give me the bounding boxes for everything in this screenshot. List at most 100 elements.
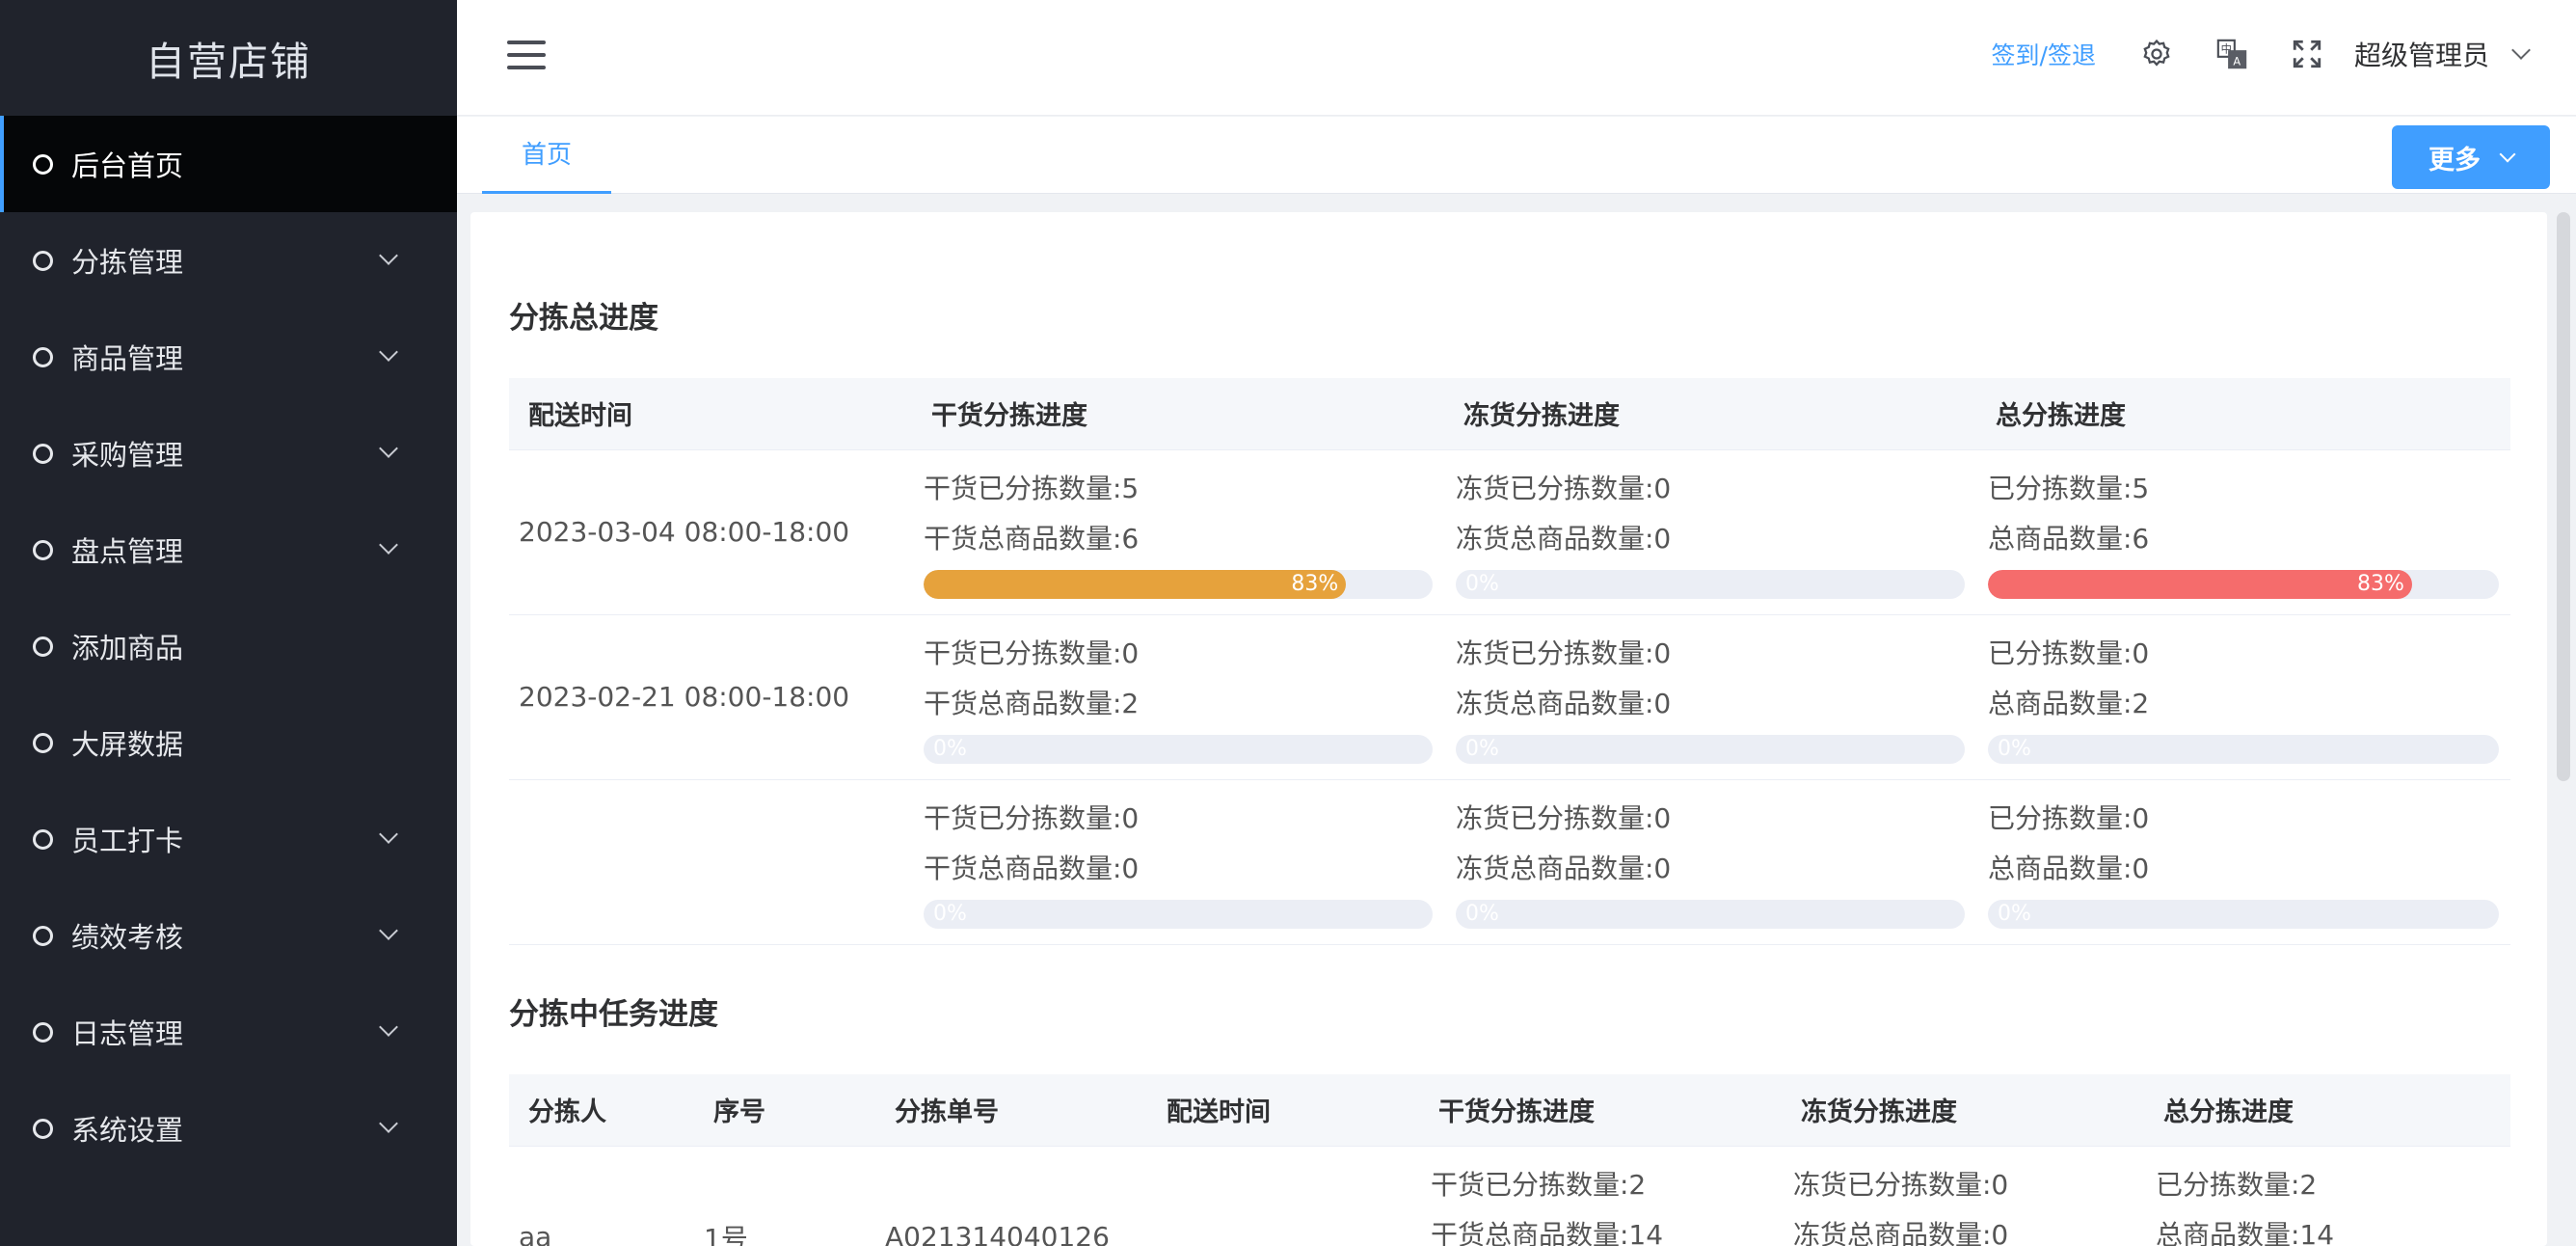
column-header: 干货分拣进度 xyxy=(1419,1074,1782,1147)
all-sorted-count: 已分拣数量:5 xyxy=(1988,472,2150,504)
sidebar-item-attendance[interactable]: 员工打卡 xyxy=(0,791,457,887)
progress-bar: 83% xyxy=(1988,569,2499,599)
sidebar-item-label: 绩效考核 xyxy=(71,921,184,954)
sidebar-item-inventory[interactable]: 盘点管理 xyxy=(0,501,457,598)
sidebar-item-label: 员工打卡 xyxy=(71,825,184,857)
progress-bar: 0% xyxy=(1456,734,1965,764)
cell-dry-progress: 干货已分拣数量:2 干货总商品数量:14 xyxy=(1419,1146,1782,1246)
cell-date: 2023-02-21 08:00-18:00 xyxy=(509,614,912,780)
svg-text:A: A xyxy=(2233,54,2241,68)
dry-sorted-count: 干货已分拣数量:5 xyxy=(924,472,1140,504)
dry-total-count: 干货总商品数量:14 xyxy=(1431,1218,1664,1246)
signin-signout-link[interactable]: 签到/签退 xyxy=(1992,37,2096,71)
sidebar-item-purchasing[interactable]: 采购管理 xyxy=(0,405,457,501)
progress-fill xyxy=(1988,569,2412,599)
more-button[interactable]: 更多 xyxy=(2392,125,2550,189)
table-row: aa 1号 A021314040126 干货已分拣数量:2 干货总商品数量:14… xyxy=(509,1146,2510,1246)
progress-bar: 0% xyxy=(1456,899,1965,929)
all-total-count: 总商品数量:0 xyxy=(1988,852,2150,884)
dry-total-count: 干货总商品数量:6 xyxy=(924,522,1140,555)
dry-total-count: 干货总商品数量:2 xyxy=(924,687,1140,719)
column-header: 配送时间 xyxy=(509,378,912,450)
fullscreen-icon[interactable] xyxy=(2289,36,2325,72)
cell-all-progress: 已分拣数量:0 总商品数量:2 0% xyxy=(1976,614,2510,780)
cell-dry-progress: 干货已分拣数量:0 干货总商品数量:0 0% xyxy=(912,779,1444,945)
dry-sorted-count: 干货已分拣数量:0 xyxy=(924,801,1140,834)
progress-percent: 0% xyxy=(1465,571,1499,596)
translate-icon[interactable]: 中 A xyxy=(2214,36,2250,72)
column-header: 冻货分拣进度 xyxy=(1444,378,1976,450)
svg-text:中: 中 xyxy=(2221,42,2232,56)
circle-icon xyxy=(33,636,53,657)
sidebar-item-label: 系统设置 xyxy=(71,1114,184,1147)
column-header: 分拣人 xyxy=(509,1074,694,1147)
progress-percent: 83% xyxy=(2357,571,2404,596)
sidebar-item-products[interactable]: 商品管理 xyxy=(0,309,457,405)
progress-fill xyxy=(924,569,1347,599)
vertical-scrollbar[interactable] xyxy=(2557,212,2570,781)
tab-home[interactable]: 首页 xyxy=(482,117,611,194)
table-row: 干货已分拣数量:0 干货总商品数量:0 0% 冻货已分拣数量:0 冻货总商品数量:0 0%… xyxy=(509,779,2510,945)
tabs-bar: 首页 更多 xyxy=(457,117,2576,194)
circle-icon xyxy=(33,1118,53,1139)
admin-user-menu[interactable]: 超级管理员 xyxy=(2354,35,2531,73)
progress-percent: 0% xyxy=(1465,901,1499,926)
top-header: 签到/签退 中 A 超级管理员 xyxy=(457,0,2576,116)
chevron-down-icon xyxy=(2511,41,2531,60)
cell-frozen-progress: 冻货已分拣数量:0 冻货总商品数量:0 0% xyxy=(1444,779,1976,945)
column-header: 分拣单号 xyxy=(875,1074,1147,1147)
chevron-down-icon xyxy=(379,342,398,362)
frozen-total-count: 冻货总商品数量:0 xyxy=(1456,852,1672,884)
sidebar-item-sorting[interactable]: 分拣管理 xyxy=(0,212,457,309)
progress-bar: 0% xyxy=(924,734,1433,764)
cell-frozen-progress: 冻货已分拣数量:0 冻货总商品数量:0 0% xyxy=(1444,449,1976,615)
header-actions: 签到/签退 中 A 超级管理员 xyxy=(1992,0,2531,108)
sidebar-item-label: 后台首页 xyxy=(71,149,184,182)
table-row: 2023-03-04 08:00-18:00 干货已分拣数量:5 干货总商品数量:6… xyxy=(509,449,2510,615)
sidebar-item-label: 盘点管理 xyxy=(71,535,184,568)
overview-title: 分拣总进度 xyxy=(509,301,658,336)
sidebar-item-home[interactable]: 后台首页 xyxy=(0,116,457,212)
dry-sorted-count: 干货已分拣数量:0 xyxy=(924,637,1140,669)
circle-icon xyxy=(33,828,53,850)
progress-percent: 0% xyxy=(933,736,967,761)
sidebar-item-performance[interactable]: 绩效考核 xyxy=(0,887,457,984)
all-total-count: 总商品数量:6 xyxy=(1988,522,2150,555)
cell-person: aa xyxy=(509,1146,694,1246)
store-logo: 自营店铺 xyxy=(146,39,311,85)
chevron-down-icon xyxy=(379,439,398,458)
gear-icon[interactable] xyxy=(2138,36,2175,72)
progress-bar: 0% xyxy=(1988,899,2499,929)
cell-order-no: A021314040126 xyxy=(875,1146,1147,1246)
all-total-count: 总商品数量:2 xyxy=(1988,687,2150,719)
sidebar-item-logs[interactable]: 日志管理 xyxy=(0,984,457,1080)
progress-percent: 0% xyxy=(1998,736,2031,761)
tasks-table: 分拣人 序号 分拣单号 配送时间 干货分拣进度 冻货分拣进度 总分拣进度 aa … xyxy=(509,1074,2510,1246)
sidebar-item-add-product[interactable]: 添加商品 xyxy=(0,598,457,694)
hamburger-icon[interactable] xyxy=(507,41,546,69)
progress-bar: 0% xyxy=(1988,734,2499,764)
sidebar-item-settings[interactable]: 系统设置 xyxy=(0,1080,457,1177)
main-card: 分拣总进度 配送时间 干货分拣进度 冻货分拣进度 总分拣进度 2023-03-0… xyxy=(470,212,2547,1246)
sidebar-item-label: 添加商品 xyxy=(71,632,184,664)
sidebar-item-dashboard[interactable]: 大屏数据 xyxy=(0,694,457,791)
circle-icon xyxy=(33,153,53,175)
column-header: 配送时间 xyxy=(1147,1074,1419,1147)
sidebar-item-label: 采购管理 xyxy=(71,439,184,472)
column-header: 序号 xyxy=(694,1074,875,1147)
table-row: 2023-02-21 08:00-18:00 干货已分拣数量:0 干货总商品数量:2… xyxy=(509,614,2510,780)
progress-percent: 0% xyxy=(933,901,967,926)
more-button-label: 更多 xyxy=(2428,145,2481,176)
total-total-count: 总商品数量:14 xyxy=(2156,1218,2335,1246)
sidebar: 自营店铺 后台首页 分拣管理 商品管理 采购管理 盘点管理 添加商品 大屏数据 … xyxy=(0,0,457,1246)
chevron-down-icon xyxy=(2499,146,2516,162)
table-header-row: 分拣人 序号 分拣单号 配送时间 干货分拣进度 冻货分拣进度 总分拣进度 xyxy=(509,1074,2510,1147)
chevron-down-icon xyxy=(379,825,398,844)
all-sorted-count: 已分拣数量:0 xyxy=(1988,801,2150,834)
cell-frozen-progress: 冻货已分拣数量:0 冻货总商品数量:0 0% xyxy=(1444,614,1976,780)
total-sorted-count: 已分拣数量:2 xyxy=(2156,1168,2318,1201)
cell-date: 2023-03-04 08:00-18:00 xyxy=(509,449,912,615)
circle-icon xyxy=(33,732,53,753)
cell-total-progress: 已分拣数量:2 总商品数量:14 xyxy=(2144,1146,2510,1246)
chevron-down-icon xyxy=(379,246,398,265)
